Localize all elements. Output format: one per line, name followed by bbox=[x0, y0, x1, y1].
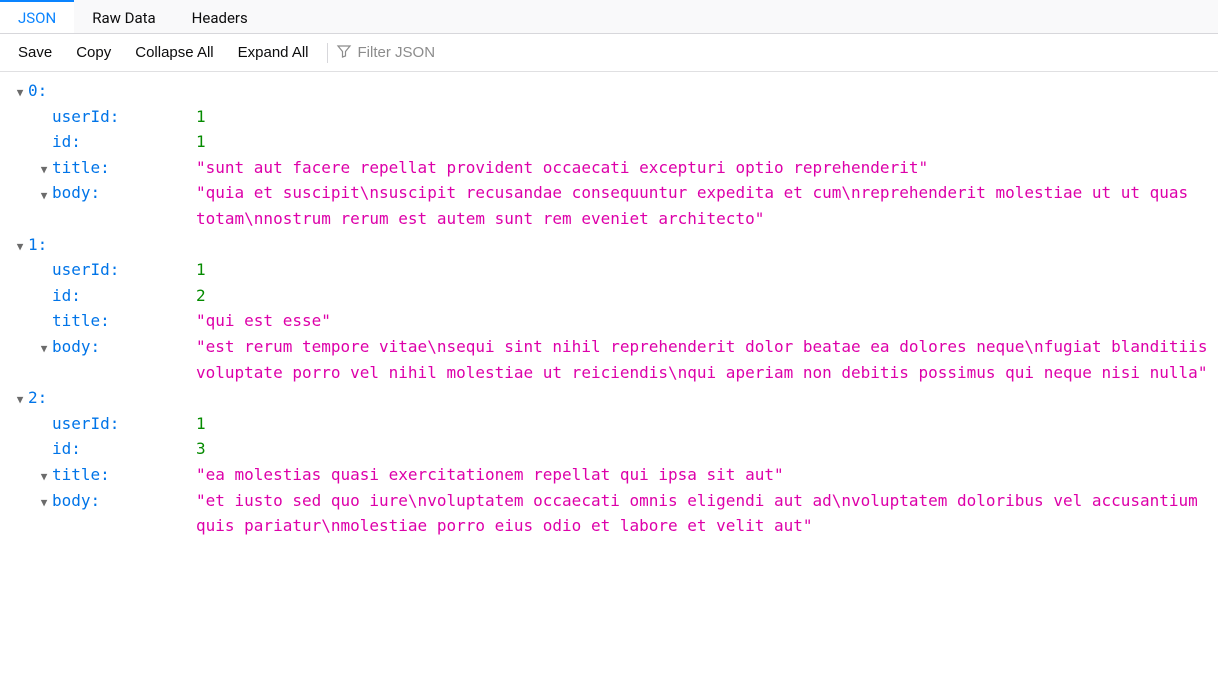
tree-row[interactable]: ▼ userId: 1 bbox=[36, 257, 1218, 283]
tab-json[interactable]: JSON bbox=[0, 0, 74, 33]
json-value-string: "quia et suscipit\nsuscipit recusandae c… bbox=[196, 180, 1218, 231]
tree-row[interactable]: ▼ title: "qui est esse" bbox=[36, 308, 1218, 334]
json-key: title: bbox=[52, 155, 196, 181]
chevron-down-icon[interactable]: ▼ bbox=[36, 334, 52, 358]
json-key: 0: bbox=[28, 78, 47, 104]
json-key: userId: bbox=[52, 411, 196, 437]
json-value-number: 1 bbox=[196, 257, 214, 283]
json-value-number: 2 bbox=[196, 283, 214, 309]
chevron-down-icon[interactable]: ▼ bbox=[12, 78, 28, 102]
copy-button[interactable]: Copy bbox=[66, 40, 121, 65]
json-value-string: "sunt aut facere repellat provident occa… bbox=[196, 155, 936, 181]
tab-headers[interactable]: Headers bbox=[174, 0, 266, 33]
json-key: id: bbox=[52, 129, 196, 155]
json-key: id: bbox=[52, 436, 196, 462]
tabs-bar: JSON Raw Data Headers bbox=[0, 0, 1218, 34]
tree-row-index[interactable]: ▼ 1: bbox=[12, 232, 1218, 258]
tree-row[interactable]: ▼ userId: 1 bbox=[36, 411, 1218, 437]
json-key: title: bbox=[52, 308, 196, 334]
json-value-number: 1 bbox=[196, 104, 214, 130]
chevron-down-icon[interactable]: ▼ bbox=[12, 385, 28, 409]
tree-row[interactable]: ▼ id: 1 bbox=[36, 129, 1218, 155]
json-value-string: "qui est esse" bbox=[196, 308, 339, 334]
tree-row[interactable]: ▼ title: "ea molestias quasi exercitatio… bbox=[36, 462, 1218, 488]
tree-row-index[interactable]: ▼ 2: bbox=[12, 385, 1218, 411]
chevron-down-icon[interactable]: ▼ bbox=[36, 488, 52, 512]
json-key: title: bbox=[52, 462, 196, 488]
json-value-number: 3 bbox=[196, 436, 214, 462]
save-button[interactable]: Save bbox=[8, 40, 62, 65]
tree-row[interactable]: ▼ body: "est rerum tempore vitae\nsequi … bbox=[36, 334, 1218, 385]
tree-row-index[interactable]: ▼ 0: bbox=[12, 78, 1218, 104]
json-value-string: "est rerum tempore vitae\nsequi sint nih… bbox=[196, 334, 1218, 385]
json-key: 2: bbox=[28, 385, 47, 411]
tree-row[interactable]: ▼ userId: 1 bbox=[36, 104, 1218, 130]
filter-json-input[interactable] bbox=[358, 44, 557, 61]
tree-row[interactable]: ▼ id: 2 bbox=[36, 283, 1218, 309]
chevron-down-icon[interactable]: ▼ bbox=[12, 232, 28, 256]
json-tree: ▼ 0: ▼ userId: 1 ▼ id: 1 ▼ title: "sunt … bbox=[0, 72, 1218, 549]
json-key: body: bbox=[52, 334, 196, 360]
json-key: id: bbox=[52, 283, 196, 309]
json-key: userId: bbox=[52, 257, 196, 283]
tree-row[interactable]: ▼ title: "sunt aut facere repellat provi… bbox=[36, 155, 1218, 181]
chevron-down-icon[interactable]: ▼ bbox=[36, 180, 52, 204]
json-value-number: 1 bbox=[196, 411, 214, 437]
toolbar-separator bbox=[327, 43, 328, 63]
tree-row[interactable]: ▼ body: "et iusto sed quo iure\nvoluptat… bbox=[36, 488, 1218, 539]
tree-row[interactable]: ▼ id: 3 bbox=[36, 436, 1218, 462]
collapse-all-button[interactable]: Collapse All bbox=[125, 40, 223, 65]
chevron-down-icon[interactable]: ▼ bbox=[36, 462, 52, 486]
json-value-number: 1 bbox=[196, 129, 214, 155]
json-value-string: "et iusto sed quo iure\nvoluptatem occae… bbox=[196, 488, 1218, 539]
json-key: body: bbox=[52, 488, 196, 514]
chevron-down-icon[interactable]: ▼ bbox=[36, 155, 52, 179]
json-value-string: "ea molestias quasi exercitationem repel… bbox=[196, 462, 792, 488]
json-key: body: bbox=[52, 180, 196, 206]
json-key: 1: bbox=[28, 232, 47, 258]
expand-all-button[interactable]: Expand All bbox=[228, 40, 319, 65]
tab-raw-data[interactable]: Raw Data bbox=[74, 0, 173, 33]
filter-wrap bbox=[336, 43, 557, 63]
json-key: userId: bbox=[52, 104, 196, 130]
funnel-icon bbox=[336, 43, 352, 63]
tree-row[interactable]: ▼ body: "quia et suscipit\nsuscipit recu… bbox=[36, 180, 1218, 231]
toolbar: Save Copy Collapse All Expand All bbox=[0, 34, 1218, 72]
